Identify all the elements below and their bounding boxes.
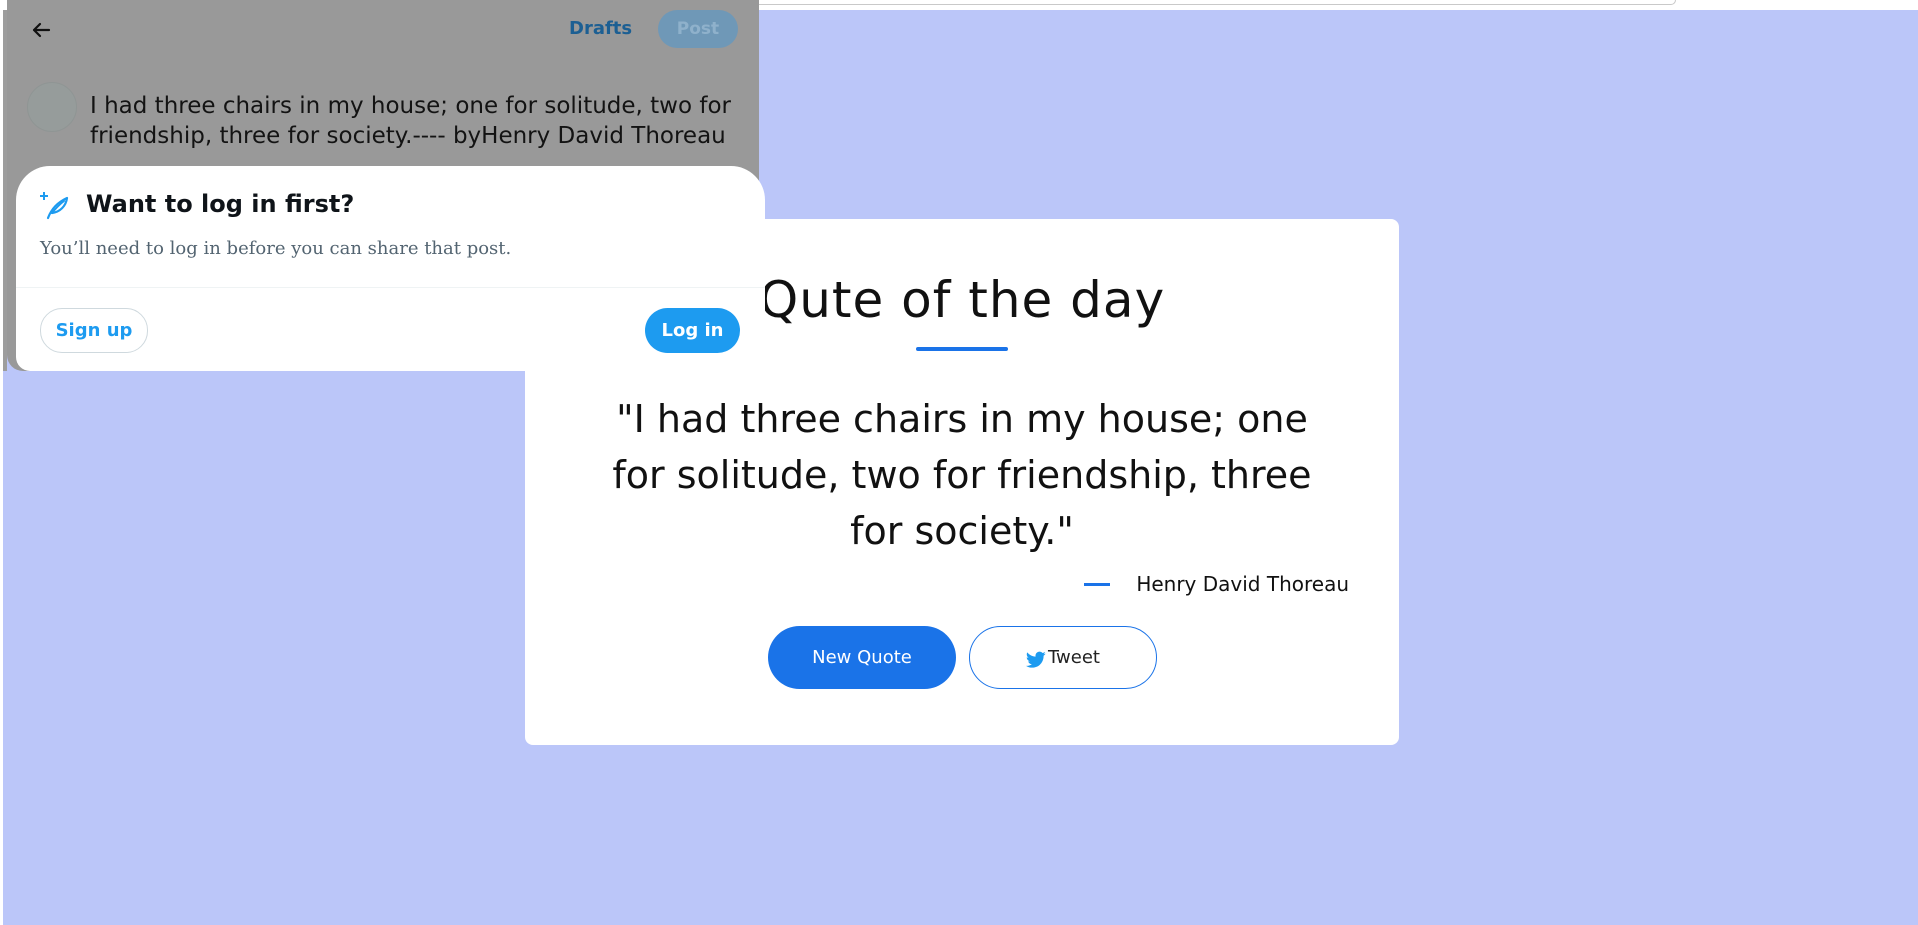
- quote-actions: New Quote Tweet: [768, 626, 1157, 689]
- drafts-link[interactable]: Drafts: [569, 18, 632, 39]
- feather-sparkle-icon: [40, 192, 69, 220]
- author-dash: [1084, 582, 1111, 586]
- sign-up-button[interactable]: Sign up: [40, 308, 148, 353]
- tweet-button[interactable]: Tweet: [969, 626, 1157, 689]
- tweet-label: Tweet: [1048, 647, 1100, 668]
- composer-text-input[interactable]: I had three chairs in my house; one for …: [90, 91, 740, 163]
- dialog-title: Want to log in first?: [86, 190, 355, 218]
- title-underline: [916, 347, 1008, 351]
- screen: Qute of the day "I had three chairs in m…: [0, 0, 1918, 925]
- arrow-left-icon[interactable]: [29, 18, 53, 42]
- log-in-button[interactable]: Log in: [645, 308, 740, 353]
- post-button[interactable]: Post: [658, 10, 738, 48]
- new-quote-button[interactable]: New Quote: [768, 626, 956, 689]
- avatar: [27, 82, 77, 132]
- divider: [16, 287, 765, 288]
- address-bar-edge: [740, 0, 1676, 5]
- dialog-subtitle: You’ll need to log in before you can sha…: [40, 238, 512, 259]
- author-row: Henry David Thoreau: [1084, 572, 1349, 596]
- twitter-bird-icon: [1026, 651, 1046, 668]
- author-name: Henry David Thoreau: [1136, 572, 1349, 596]
- tweet-composer: Drafts Post I had three chairs in my hou…: [7, 0, 765, 371]
- login-dialog: Want to log in first? You’ll need to log…: [16, 166, 765, 371]
- quote-text: "I had three chairs in my house; one for…: [612, 397, 1312, 553]
